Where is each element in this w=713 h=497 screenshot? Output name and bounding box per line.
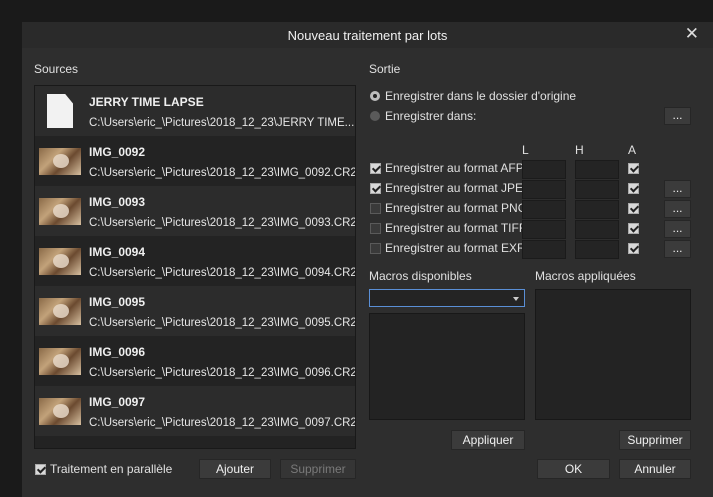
source-name: IMG_0097	[89, 395, 146, 409]
height-input[interactable]	[575, 200, 619, 219]
applied-macros-heading: Macros appliquées	[535, 269, 636, 283]
format-label: Enregistrer au format TIFF	[385, 221, 522, 235]
source-list[interactable]: JERRY TIME LAPSE C:\Users\eric_\Pictures\…	[34, 85, 356, 449]
remove-macro-button[interactable]: Supprimer	[619, 430, 691, 450]
height-input[interactable]	[575, 220, 619, 239]
save-in-label: Enregistrer dans:	[385, 109, 477, 123]
format-options-button[interactable]: ...	[664, 220, 691, 238]
alpha-checkbox[interactable]	[628, 163, 639, 174]
parallel-checkbox[interactable]	[35, 464, 46, 475]
photo-thumbnail	[39, 248, 81, 275]
photo-thumbnail	[39, 198, 81, 225]
list-item[interactable]: IMG_0096 C:\Users\eric_\Pictures\2018_12_…	[35, 336, 355, 386]
browse-folder-button[interactable]: ...	[664, 107, 691, 125]
format-label: Enregistrer au format PNG	[385, 201, 522, 215]
source-path: C:\Users\eric_\Pictures\2018_12_23\IMG_0…	[89, 217, 356, 229]
source-path: C:\Users\eric_\Pictures\2018_12_23\IMG_0…	[89, 167, 356, 179]
height-input[interactable]	[575, 160, 619, 179]
list-item[interactable]: IMG_0092 C:\Users\eric_\Pictures\2018_12_…	[35, 136, 355, 186]
dialog-title: Nouveau traitement par lots	[287, 28, 448, 43]
add-button[interactable]: Ajouter	[199, 459, 271, 479]
save-origin-label: Enregistrer dans le dossier d'origine	[385, 89, 577, 103]
output-heading: Sortie	[369, 62, 401, 76]
available-macros-list[interactable]	[369, 313, 525, 420]
height-input[interactable]	[575, 240, 619, 259]
batch-dialog: Nouveau traitement par lots ✕ Sources JE…	[22, 22, 713, 497]
format-label: Enregistrer au format AFPhoto	[385, 161, 522, 175]
photo-thumbnail	[39, 298, 81, 325]
width-input[interactable]	[522, 220, 566, 239]
sources-heading: Sources	[34, 62, 79, 76]
format-label: Enregistrer au format JPEG	[385, 181, 522, 195]
source-path: C:\Users\eric_\Pictures\2018_12_23\JERRY…	[89, 117, 355, 129]
alpha-checkbox[interactable]	[628, 243, 639, 254]
ok-button[interactable]: OK	[537, 459, 610, 479]
applied-macros-list[interactable]	[535, 289, 691, 420]
col-width-header: L	[522, 143, 529, 157]
format-options-button[interactable]: ...	[664, 180, 691, 198]
list-item[interactable]: JERRY TIME LAPSE C:\Users\eric_\Pictures\…	[35, 86, 355, 136]
remove-source-button[interactable]: Supprimer	[280, 459, 356, 479]
width-input[interactable]	[522, 200, 566, 219]
format-options-button[interactable]: ...	[664, 240, 691, 258]
format-checkbox[interactable]	[370, 203, 381, 214]
format-checkbox[interactable]	[370, 183, 381, 194]
source-path: C:\Users\eric_\Pictures\2018_12_23\IMG_0…	[89, 417, 356, 429]
parallel-label: Traitement en parallèle	[50, 462, 173, 476]
list-item[interactable]: IMG_0095 C:\Users\eric_\Pictures\2018_12_…	[35, 286, 355, 336]
photo-thumbnail	[39, 148, 81, 175]
source-path: C:\Users\eric_\Pictures\2018_12_23\IMG_0…	[89, 267, 356, 279]
chevron-down-icon	[513, 297, 519, 301]
photo-thumbnail	[39, 398, 81, 425]
macro-category-select[interactable]	[369, 289, 525, 307]
col-alpha-header: A	[628, 143, 637, 157]
format-checkbox[interactable]	[370, 163, 381, 174]
alpha-checkbox[interactable]	[628, 203, 639, 214]
cancel-button[interactable]: Annuler	[619, 459, 691, 479]
radio-save-in[interactable]	[370, 111, 380, 121]
format-label: Enregistrer au format EXR	[385, 241, 522, 255]
source-path: C:\Users\eric_\Pictures\2018_12_23\IMG_0…	[89, 317, 356, 329]
list-item[interactable]: IMG_0093 C:\Users\eric_\Pictures\2018_12_…	[35, 186, 355, 236]
format-checkbox[interactable]	[370, 243, 381, 254]
source-path: C:\Users\eric_\Pictures\2018_12_23\IMG_0…	[89, 367, 356, 379]
title-bar: Nouveau traitement par lots ✕	[22, 22, 713, 48]
width-input[interactable]	[522, 160, 566, 179]
width-input[interactable]	[522, 180, 566, 199]
radio-save-origin[interactable]	[370, 91, 380, 101]
list-item[interactable]: IMG_0097 C:\Users\eric_\Pictures\2018_12_…	[35, 386, 355, 436]
source-name: IMG_0094	[89, 245, 146, 259]
alpha-checkbox[interactable]	[628, 183, 639, 194]
photo-thumbnail	[39, 348, 81, 375]
document-icon	[47, 94, 73, 128]
available-macros-heading: Macros disponibles	[369, 269, 472, 283]
format-options-button[interactable]: ...	[664, 200, 691, 218]
source-name: IMG_0096	[89, 345, 146, 359]
close-icon[interactable]: ✕	[685, 24, 699, 44]
source-name: IMG_0095	[89, 295, 146, 309]
width-input[interactable]	[522, 240, 566, 259]
list-item[interactable]: IMG_0094 C:\Users\eric_\Pictures\2018_12_…	[35, 236, 355, 286]
source-name: IMG_0092	[89, 145, 146, 159]
apply-macro-button[interactable]: Appliquer	[451, 430, 525, 450]
source-name: IMG_0093	[89, 195, 146, 209]
height-input[interactable]	[575, 180, 619, 199]
col-height-header: H	[575, 143, 584, 157]
alpha-checkbox[interactable]	[628, 223, 639, 234]
format-checkbox[interactable]	[370, 223, 381, 234]
source-name: JERRY TIME LAPSE	[89, 95, 204, 109]
